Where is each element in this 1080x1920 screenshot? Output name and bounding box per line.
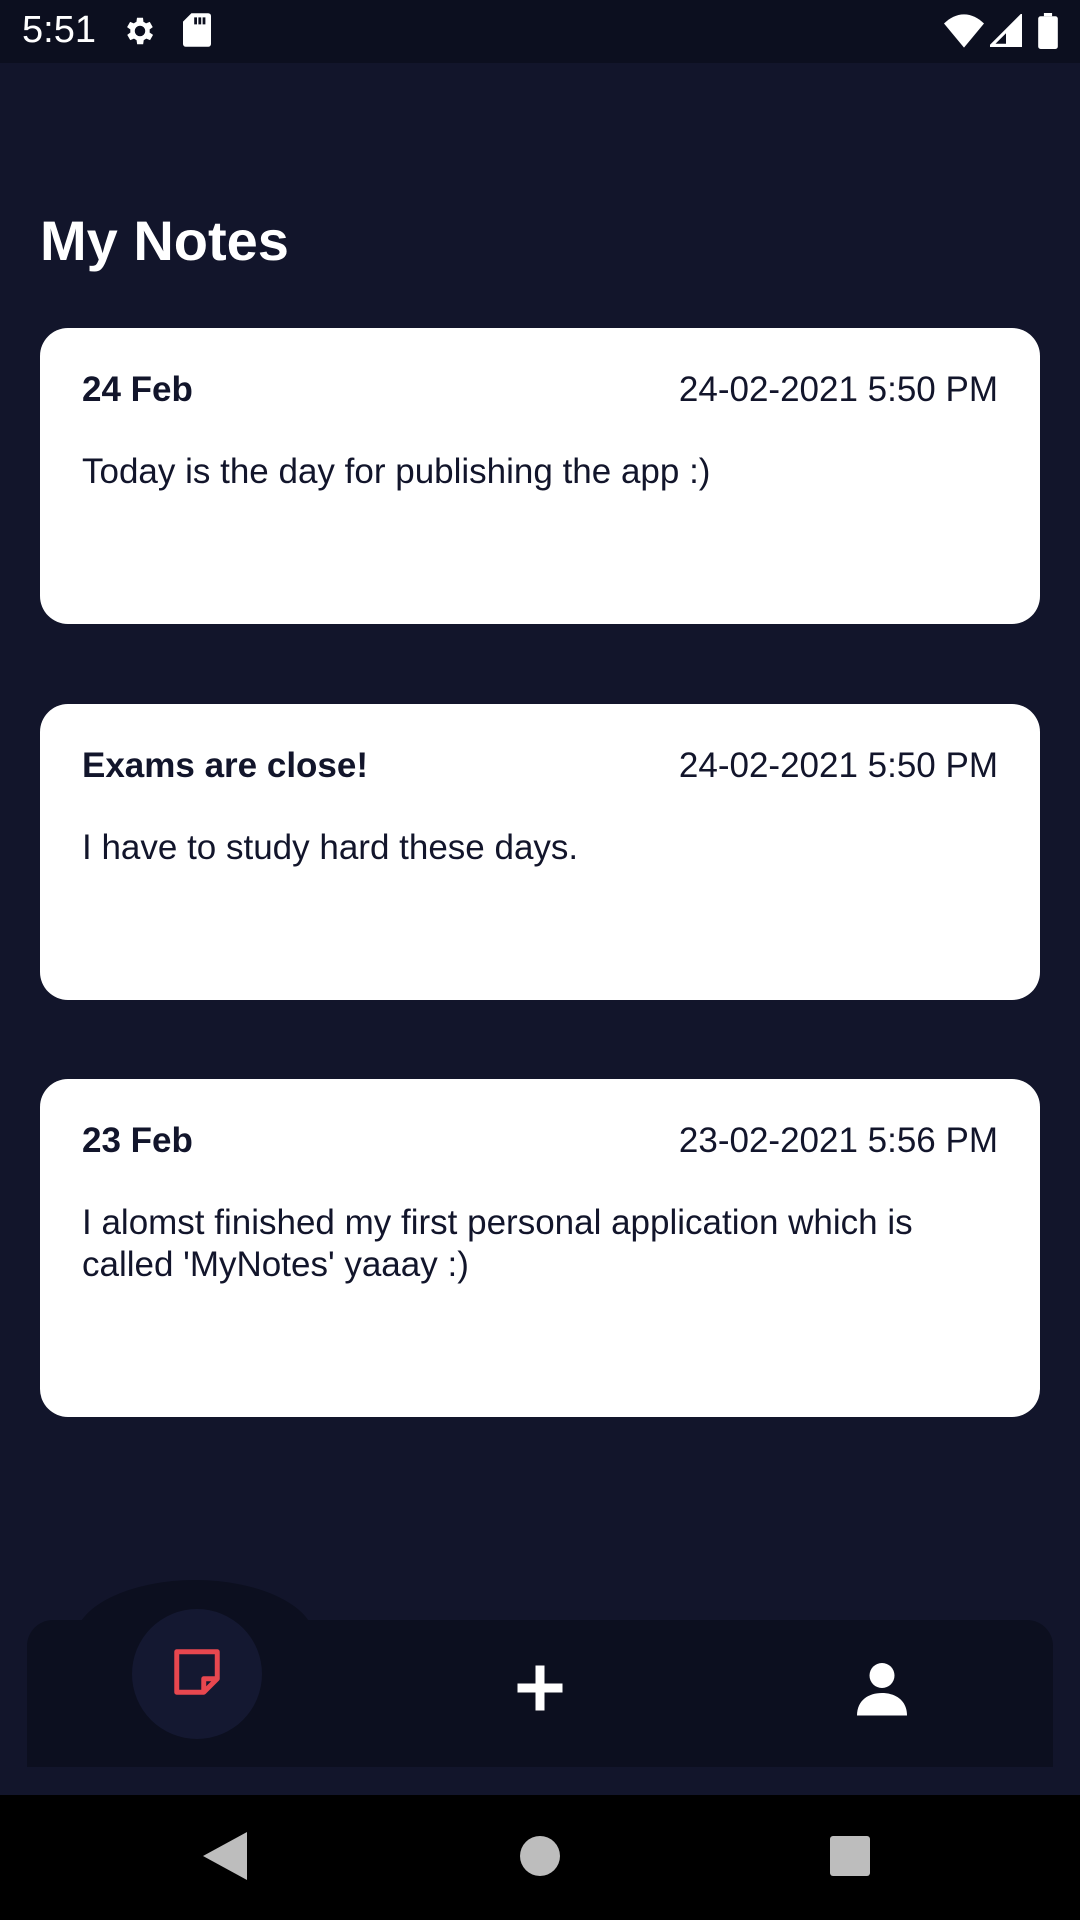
nav-notes-button[interactable] [132,1609,262,1739]
wifi-icon [944,14,984,53]
gear-icon [122,13,158,54]
nav-add-button[interactable] [490,1640,590,1740]
back-button[interactable] [192,1825,258,1891]
note-title: 24 Feb [82,370,193,409]
page-title: My Notes [40,209,289,272]
note-card[interactable]: 24 Feb 24-02-2021 5:50 PM Today is the d… [40,328,1040,624]
note-datetime: 23-02-2021 5:56 PM [678,1121,998,1160]
nav-profile-button[interactable] [832,1640,932,1740]
note-body: I alomst finished my first personal appl… [82,1203,913,1284]
note-body: Today is the day for publishing the app … [82,452,711,491]
signal-icon [987,12,1022,53]
note-card[interactable]: 23 Feb 23-02-2021 5:56 PM I alomst finis… [40,1079,1040,1417]
status-bar: 5:51 [0,0,1080,63]
person-icon [852,1658,912,1723]
note-icon [170,1645,224,1704]
note-datetime: 24-02-2021 5:50 PM [678,746,998,785]
home-circle-icon [520,1835,560,1881]
home-button[interactable] [507,1825,573,1891]
note-datetime: 24-02-2021 5:50 PM [678,370,998,409]
recents-square-icon [830,1835,870,1881]
status-time: 5:51 [22,9,96,51]
plus-icon [513,1661,567,1720]
battery-icon [1038,13,1058,54]
screen: 5:51 My Notes 24 Feb 24-02-2021 5:50 PM … [0,0,1080,1920]
back-triangle-icon [203,1831,247,1885]
note-body: I have to study hard these days. [82,828,579,867]
recents-button[interactable] [817,1825,883,1891]
note-card[interactable]: Exams are close! 24-02-2021 5:50 PM I ha… [40,704,1040,1000]
sd-card-icon [183,13,211,52]
note-title: Exams are close! [82,746,369,785]
note-title: 23 Feb [82,1121,193,1160]
system-nav-bar [0,1795,1080,1920]
